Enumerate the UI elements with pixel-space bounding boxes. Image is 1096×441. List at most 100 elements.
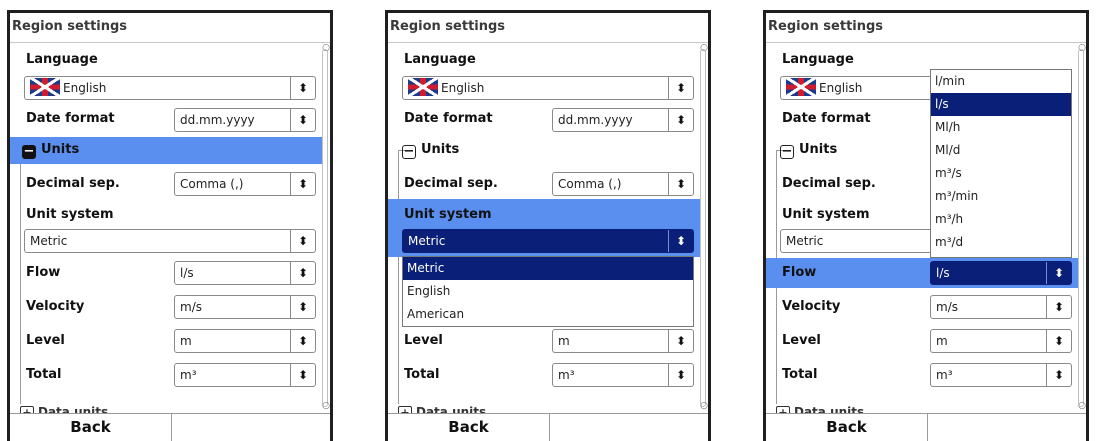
select-arrows-icon: ⬍ [290,330,315,352]
velocity-select[interactable]: m/s ⬍ [174,295,316,319]
velocity-label: Velocity [26,299,85,314]
dropdown-option[interactable]: m³/d [931,231,1071,254]
dropdown-option[interactable]: American [403,303,693,326]
unit-system-value: Metric [786,234,824,248]
total-label: Total [26,367,62,382]
total-label: Total [782,367,818,382]
select-arrows-icon: ⬍ [668,109,693,131]
units-label: Units [799,142,838,157]
units-label: Units [421,142,460,157]
level-select[interactable]: m ⬍ [930,329,1072,353]
scrollbar[interactable] [322,49,328,407]
title-divider [388,42,708,43]
language-label: Language [404,52,476,67]
total-label: Total [404,367,440,382]
date-format-select[interactable]: dd.mm.yyyy ⬍ [174,108,316,132]
collapse-icon: − [402,144,416,159]
softkey-bar: Back [388,413,708,441]
dropdown-option[interactable]: Ml/h [931,116,1071,139]
unit-system-value: Metric [408,234,446,248]
scrollbar[interactable] [700,49,706,407]
back-button[interactable]: Back [388,414,550,441]
level-value: m [936,334,948,348]
units-label: Units [41,142,80,157]
select-arrows-icon: ⬍ [1046,296,1071,318]
unit-system-label: Unit system [782,207,870,222]
date-format-label: Date format [404,111,493,126]
units-section-header[interactable]: − Units [22,142,79,159]
decimal-sep-label: Decimal sep. [404,176,498,191]
language-label: Language [782,52,854,67]
select-arrows-icon: ⬍ [290,109,315,131]
total-value: m³ [936,368,953,382]
select-arrows-icon: ⬍ [668,77,693,99]
total-select[interactable]: m³ ⬍ [552,363,694,387]
language-select[interactable]: English ⬍ [402,76,694,100]
dropdown-option[interactable]: Ml/d [931,139,1071,162]
level-select[interactable]: m ⬍ [552,329,694,353]
decimal-sep-select[interactable]: Comma (,) ⬍ [552,172,694,196]
dropdown-option[interactable]: Metric [403,257,693,280]
uk-flag-icon [30,78,60,96]
back-button[interactable]: Back [10,414,172,441]
date-format-value: dd.mm.yyyy [180,113,255,127]
back-button[interactable]: Back [766,414,928,441]
units-section-header[interactable]: − Units [402,142,459,159]
select-arrows-icon: ⬍ [290,77,315,99]
date-format-label: Date format [782,111,871,126]
units-section-header[interactable]: − Units [780,142,837,159]
dropdown-option[interactable]: l/min [931,70,1071,93]
select-arrows-icon: ⬍ [668,173,693,195]
dropdown-option[interactable]: m³/h [931,208,1071,231]
units-group-border [20,164,21,404]
select-arrows-icon: ⬍ [668,330,693,352]
page-title: Region settings [768,19,884,34]
softkey-bar: Back [766,413,1086,441]
scroll-down-icon[interactable]: ○ [700,401,708,411]
flow-label: Flow [782,265,817,280]
dropdown-option[interactable]: l/s [931,93,1071,116]
title-divider [10,42,330,43]
level-label: Level [782,333,821,348]
unit-system-value: Metric [30,234,68,248]
select-arrows-icon: ⬍ [668,230,693,252]
language-select[interactable]: English ⬍ [24,76,316,100]
flow-value: l/s [180,266,194,280]
total-value: m³ [558,368,575,382]
level-value: m [180,334,192,348]
flow-select[interactable]: l/s ⬍ [174,261,316,285]
settings-screen-1: Region settings ○ Language English ⬍ Dat… [7,10,333,441]
scroll-down-icon[interactable]: ○ [322,401,330,411]
dropdown-option[interactable]: m³/min [931,185,1071,208]
dropdown-option[interactable]: English [403,280,693,303]
select-arrows-icon: ⬍ [1046,330,1071,352]
select-arrows-icon: ⬍ [290,296,315,318]
total-select[interactable]: m³ ⬍ [174,363,316,387]
language-value: English [63,81,107,95]
scrollbar[interactable] [1078,49,1084,407]
select-arrows-icon: ⬍ [290,262,315,284]
level-value: m [558,334,570,348]
language-label: Language [26,52,98,67]
unit-system-label: Unit system [404,207,492,222]
level-select[interactable]: m ⬍ [174,329,316,353]
unit-system-select[interactable]: Metric ⬍ [402,229,694,253]
page-title: Region settings [390,19,506,34]
date-format-select[interactable]: dd.mm.yyyy ⬍ [552,108,694,132]
language-value: English [819,81,863,95]
scroll-down-icon[interactable]: ○ [1078,401,1086,411]
decimal-sep-select[interactable]: Comma (,) ⬍ [174,172,316,196]
unit-system-select[interactable]: Metric ⬍ [24,229,316,253]
select-arrows-icon: ⬍ [290,364,315,386]
select-arrows-icon: ⬍ [290,173,315,195]
dropdown-option[interactable]: m³/s [931,162,1071,185]
unit-system-dropdown: Metric English American [402,256,694,327]
settings-screen-2: Region settings ○ Language English ⬍ Dat… [385,10,711,441]
total-select[interactable]: m³ ⬍ [930,363,1072,387]
decimal-sep-value: Comma (,) [180,177,244,191]
flow-select[interactable]: l/s ⬍ [930,261,1072,285]
unit-system-label: Unit system [26,207,114,222]
uk-flag-icon [408,78,438,96]
velocity-select[interactable]: m/s ⬍ [930,295,1072,319]
flow-label: Flow [26,265,61,280]
